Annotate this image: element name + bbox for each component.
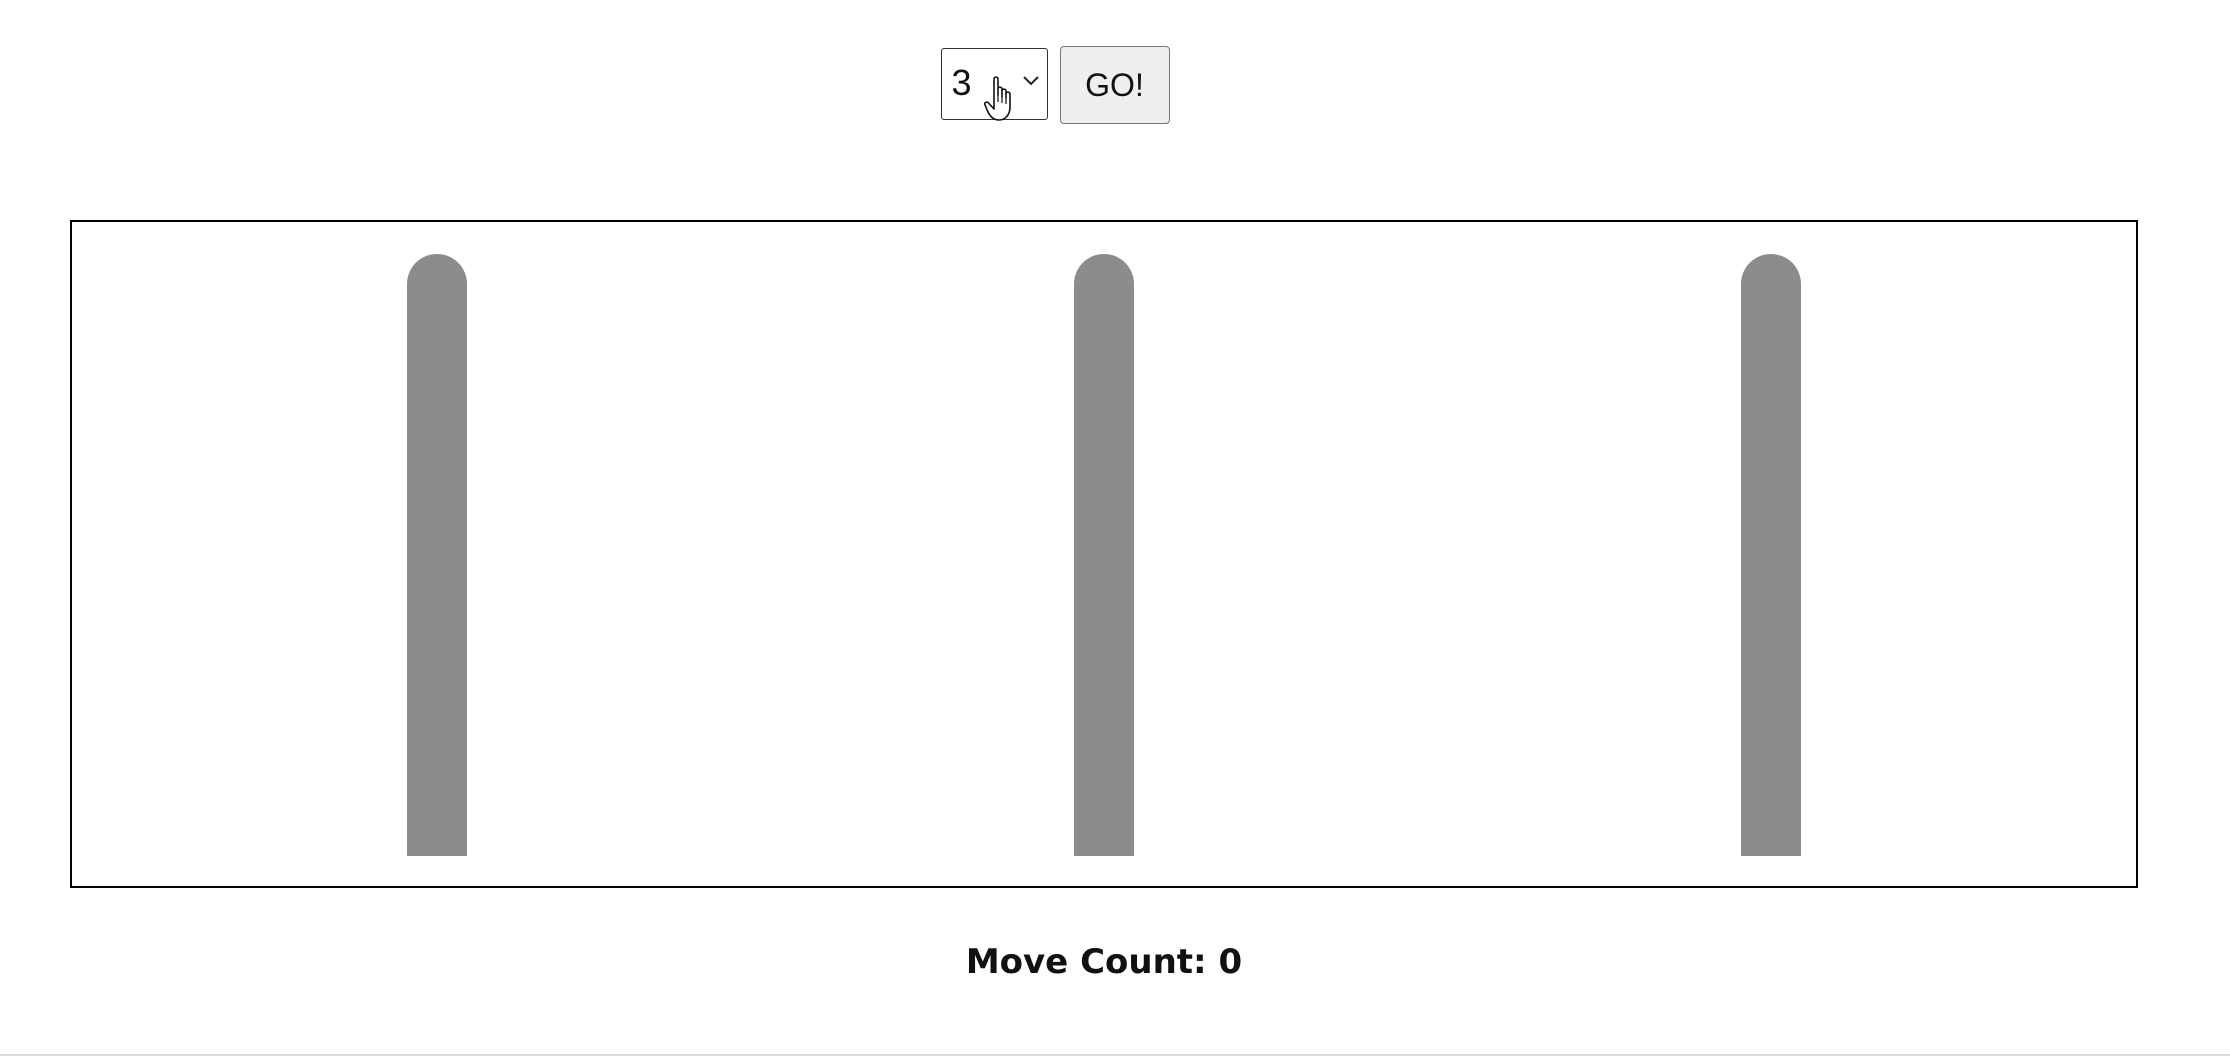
disk-count-value: 3 [951, 62, 972, 103]
peg-3[interactable] [1741, 254, 1801, 856]
disk-count-select[interactable]: 3 [940, 48, 1048, 121]
move-count-value: 0 [1218, 942, 1243, 982]
chevron-down-icon [1022, 76, 1039, 86]
go-button[interactable]: GO! [1059, 46, 1170, 124]
move-count-label: Move Count: [965, 942, 1207, 982]
game-board [70, 220, 2138, 888]
game-controls: 3 GO! [0, 46, 2230, 124]
hand-cursor-icon [983, 76, 1011, 121]
peg-2[interactable] [1074, 254, 1134, 856]
peg-1[interactable] [407, 254, 467, 856]
move-counter: Move Count: 0 [0, 940, 2208, 984]
